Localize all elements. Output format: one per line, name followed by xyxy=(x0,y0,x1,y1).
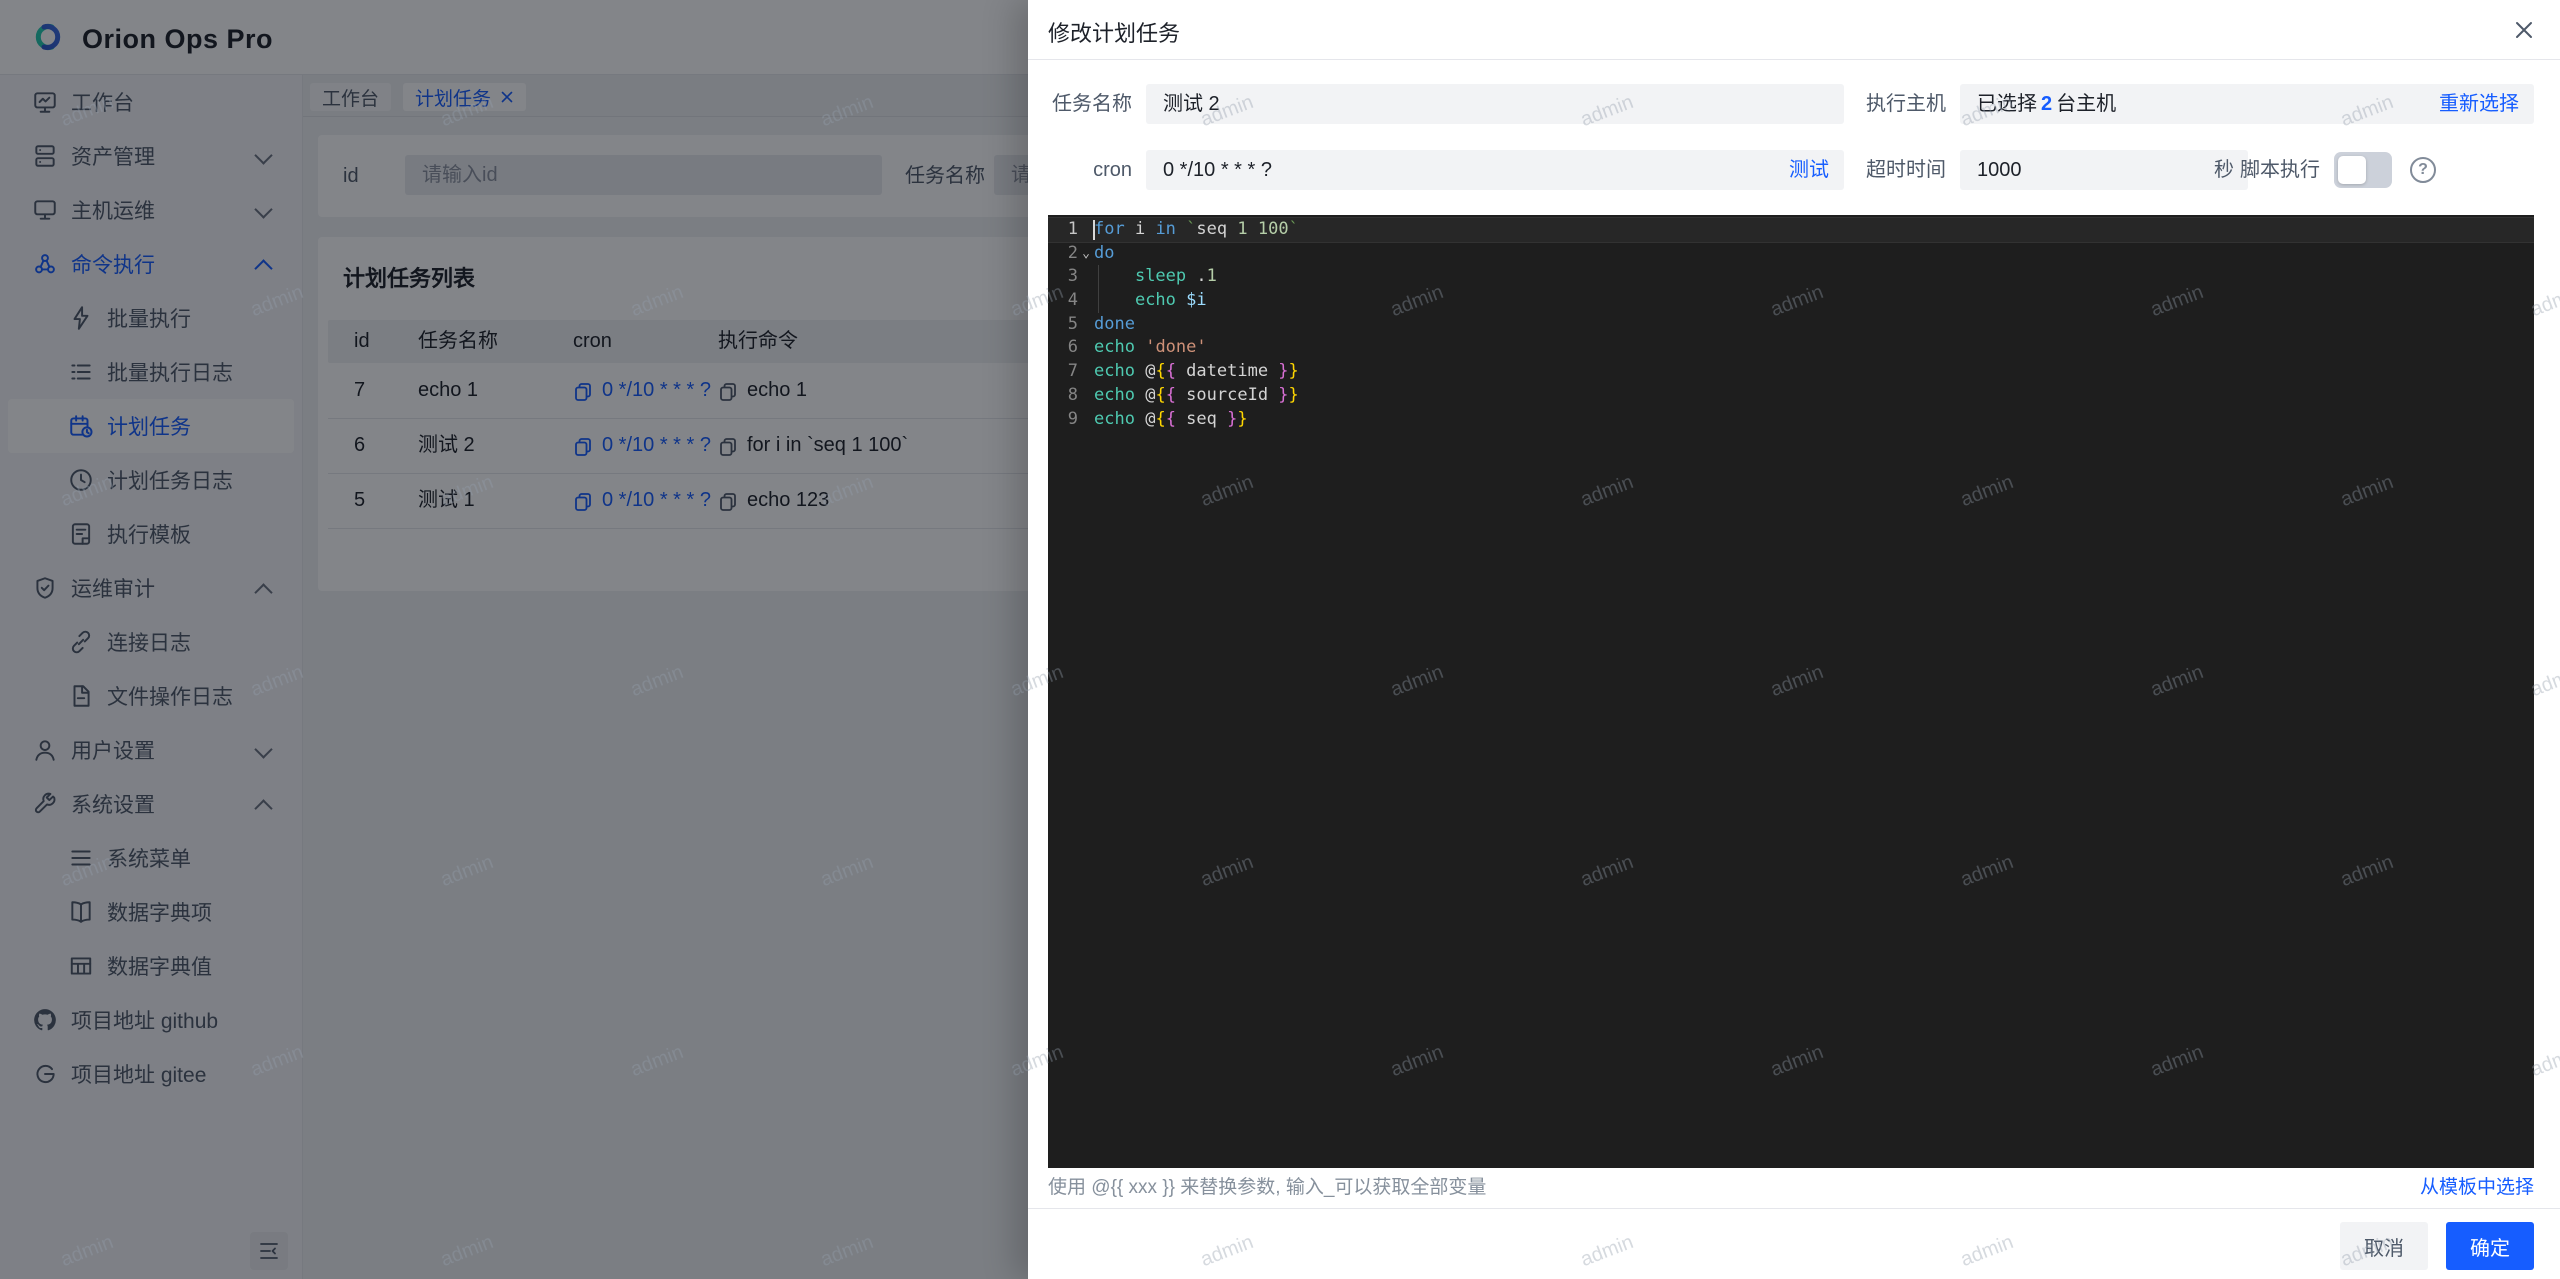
code-line-5: 5done xyxy=(1048,313,2534,337)
line-number: 5 xyxy=(1048,313,1078,337)
line-number: 3 xyxy=(1048,265,1078,289)
script-exec-label: 脚本执行 xyxy=(2240,150,2320,190)
cancel-button[interactable]: 取消 xyxy=(2340,1222,2428,1270)
line-number: 6 xyxy=(1048,336,1078,360)
cron-label: cron xyxy=(1048,150,1132,190)
close-icon[interactable] xyxy=(2510,16,2538,44)
indent-guide xyxy=(1098,265,1099,289)
host-selected-field[interactable]: 已选择2台主机 重新选择 xyxy=(1960,84,2534,124)
timeout-input[interactable]: 1000 秒 xyxy=(1960,150,2248,190)
code-line-1: 1for i in `seq 1 100` xyxy=(1048,218,2534,242)
code-line-9: 9echo @{{ seq }} xyxy=(1048,408,2534,432)
code-line-4: 4 echo $i xyxy=(1048,289,2534,313)
screen: Orion Ops Pro 工作台资产管理主机运维命令执行批量执行批量执行日志计… xyxy=(0,0,2560,1279)
host-label: 执行主机 xyxy=(1866,84,1946,124)
indent-guide xyxy=(1098,289,1099,313)
cron-test-link[interactable]: 测试 xyxy=(1789,150,1829,190)
code-line-6: 6echo 'done' xyxy=(1048,336,2534,360)
code-line-7: 7echo @{{ datetime }} xyxy=(1048,360,2534,384)
line-number: 2 xyxy=(1048,242,1078,266)
cron-input[interactable]: 0 */10 * * * ? 测试 xyxy=(1146,150,1844,190)
reselect-hosts-link[interactable]: 重新选择 xyxy=(2439,84,2519,124)
fold-chevron-icon[interactable]: ⌄ xyxy=(1078,242,1094,266)
drawer-divider xyxy=(1028,59,2560,60)
script-exec-toggle[interactable] xyxy=(2334,152,2392,188)
ok-button[interactable]: 确定 xyxy=(2446,1222,2534,1270)
code-line-3: 3 sleep .1 xyxy=(1048,265,2534,289)
edit-cron-task-drawer: 修改计划任务 任务名称 测试 2 执行主机 已选择2台主机 重新选择 cron … xyxy=(1028,0,2560,1279)
code-line-2: 2⌄do xyxy=(1048,242,2534,266)
editor-hint: 使用 @{{ xxx }} 来替换参数, 输入_可以获取全部变量 xyxy=(1048,1172,1486,1199)
line-number: 7 xyxy=(1048,360,1078,384)
drawer-title: 修改计划任务 xyxy=(1048,16,1180,48)
help-icon[interactable]: ? xyxy=(2410,157,2436,183)
command-code-editor[interactable]: 1for i in `seq 1 100`2⌄do3 sleep .14 ech… xyxy=(1048,215,2534,1168)
code-line-8: 8echo @{{ sourceId }} xyxy=(1048,384,2534,408)
timeout-label: 超时时间 xyxy=(1866,150,1946,190)
select-from-template-link[interactable]: 从模板中选择 xyxy=(2420,1172,2534,1199)
line-number: 9 xyxy=(1048,408,1078,432)
task-name-label: 任务名称 xyxy=(1048,84,1132,124)
line-number: 8 xyxy=(1048,384,1078,408)
host-count: 2 xyxy=(2037,93,2056,115)
task-name-input[interactable]: 测试 2 xyxy=(1146,84,1844,124)
line-number: 4 xyxy=(1048,289,1078,313)
footer-divider xyxy=(1028,1208,2560,1209)
line-number: 1 xyxy=(1048,218,1078,242)
timeout-unit: 秒 xyxy=(2214,150,2234,190)
